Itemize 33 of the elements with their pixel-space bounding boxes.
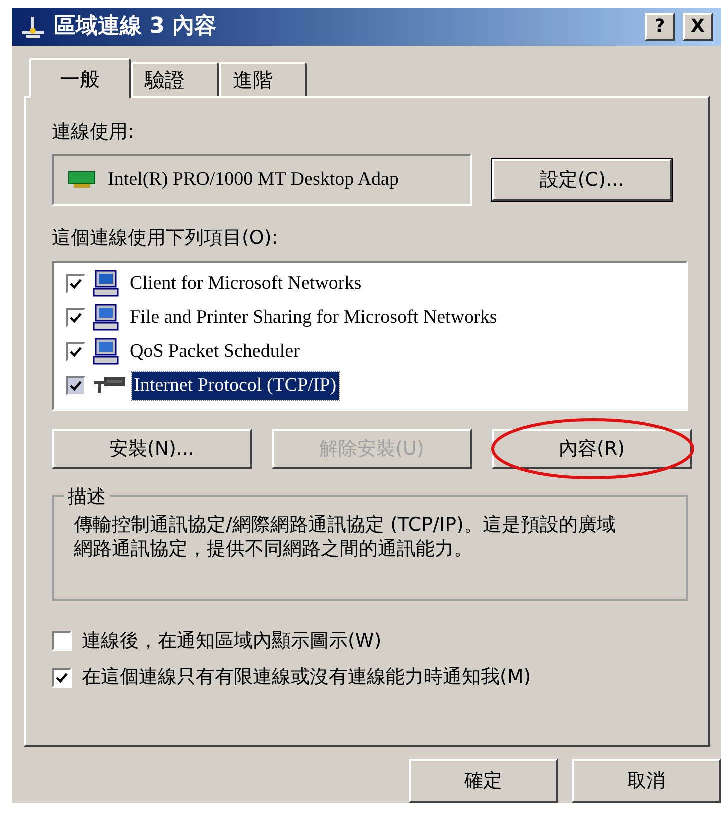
checkmark-icon <box>56 672 68 684</box>
computer-icon <box>92 304 122 332</box>
tab[interactable]: 一般 <box>29 58 131 98</box>
tab[interactable]: 進階 <box>219 62 307 96</box>
cancel-button[interactable]: 取消 <box>572 759 721 803</box>
checkbox[interactable] <box>52 668 72 688</box>
configure-button[interactable]: 設定(C)... <box>492 159 672 202</box>
checkmark-icon <box>70 278 82 290</box>
checkbox[interactable] <box>66 376 86 396</box>
checkmark-icon <box>70 346 82 358</box>
help-button[interactable]: ? <box>645 12 675 41</box>
option-label: 連線後，在通知區域內顯示圖示(W) <box>82 628 382 654</box>
checkbox[interactable] <box>52 631 72 652</box>
list-action-button[interactable]: 安裝(N)... <box>52 428 252 469</box>
computer-icon <box>92 338 122 366</box>
computer-icon <box>92 270 122 298</box>
network-icon <box>20 14 46 39</box>
connect-using-label: 連線使用: <box>52 120 136 145</box>
description-text: 傳輸控制通訊協定/網際網路通訊協定 (TCP/IP)。這是預設的廣域網路通訊協定，提供不同網路之間的通訊能力。 <box>74 512 617 561</box>
list-item[interactable]: Internet Protocol (TCP/IP) <box>132 372 339 400</box>
tab[interactable]: 驗證 <box>131 62 219 96</box>
checkmark-icon <box>70 380 82 392</box>
close-button[interactable]: X <box>683 12 713 41</box>
list-action-button[interactable]: 內容(R) <box>492 428 692 469</box>
list-item[interactable]: File and Printer Sharing for Microsoft Networks <box>128 304 500 332</box>
checkmark-icon <box>70 312 82 324</box>
list-item[interactable]: QoS Packet Scheduler <box>128 338 302 366</box>
option-label: 在這個連線只有有限連線或沒有連線能力時通知我(M) <box>82 665 532 690</box>
window-title: 區域連線 3 內容 <box>54 12 218 42</box>
adapter-name: Intel(R) PRO/1000 MT Desktop Adap <box>108 168 399 192</box>
ok-button[interactable]: 確定 <box>409 759 558 803</box>
items-label: 這個連線使用下列項目(O): <box>52 226 280 252</box>
list-item[interactable]: Client for Microsoft Networks <box>128 270 364 298</box>
